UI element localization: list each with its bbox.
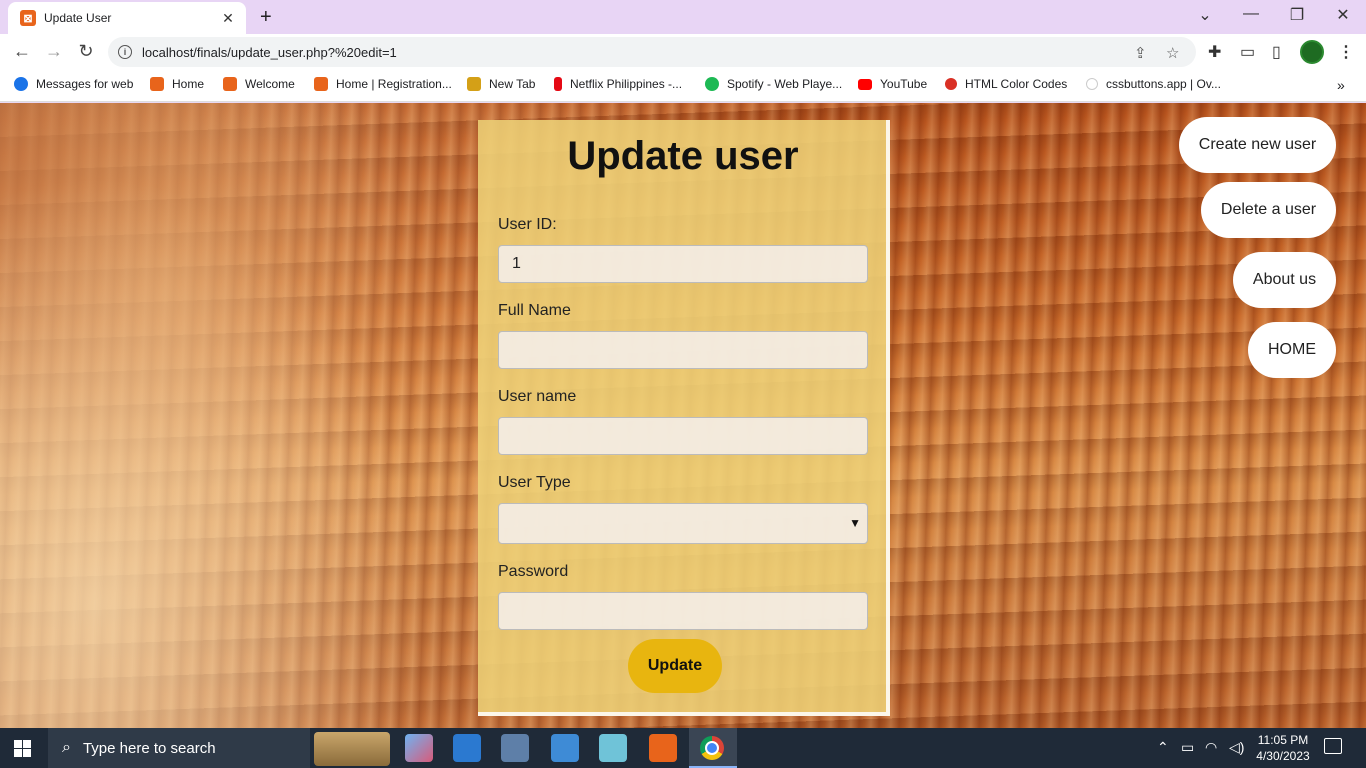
full-name-field[interactable]: [498, 331, 868, 369]
xampp-icon: [314, 77, 328, 91]
bookmark-label: Home: [172, 77, 205, 91]
menu-icon[interactable]: ⋮: [1338, 42, 1354, 62]
bookmark-label: Home | Registration...: [336, 77, 452, 91]
bookmark-label: HTML Color Codes: [965, 77, 1068, 91]
taskbar-search[interactable]: ⌕ Type here to search: [48, 728, 310, 768]
close-icon[interactable]: ✕: [220, 10, 236, 27]
xampp-icon: ⊠: [20, 10, 36, 26]
user-name-field[interactable]: [498, 417, 868, 455]
bookmark-label: New Tab: [489, 77, 536, 91]
bookmark-item[interactable]: Home: [150, 77, 204, 91]
xampp-icon: [223, 77, 237, 91]
user-id-label: User ID:: [498, 216, 557, 233]
site-info-icon[interactable]: i: [118, 45, 132, 59]
chrome-icon: [700, 736, 724, 760]
extensions-icon[interactable]: ✚: [1208, 42, 1221, 62]
notepad-icon[interactable]: [599, 734, 627, 762]
calculator-icon[interactable]: [551, 734, 579, 762]
delete-user-button[interactable]: Delete a user: [1201, 182, 1336, 238]
newtab-icon: [467, 77, 481, 91]
bookmark-label: Netflix Philippines -...: [570, 77, 683, 91]
clock-time: 11:05 PM: [1257, 733, 1309, 747]
profile-avatar[interactable]: [1300, 40, 1324, 64]
bookmark-item[interactable]: Netflix Philippines -...: [554, 77, 682, 91]
tab-title: Update User: [44, 11, 112, 25]
user-id-field[interactable]: 1: [498, 245, 868, 283]
bookmark-label: YouTube: [880, 77, 928, 91]
side-panel-icon[interactable]: ▯: [1272, 42, 1281, 62]
password-field[interactable]: [498, 592, 868, 630]
update-user-form: Update user User ID: 1 Full Name User na…: [478, 120, 890, 716]
reload-icon[interactable]: ↻: [75, 41, 97, 62]
control-panel-icon[interactable]: [501, 734, 529, 762]
home-button[interactable]: HOME: [1248, 322, 1336, 378]
browser-tab-strip: ⊠ Update User ✕ + ⌄ — ❐ ✕: [0, 0, 1366, 34]
windows-taskbar: ⌕ Type here to search ⌃ ▭ ◠ ◁) 11:05 PM …: [0, 728, 1366, 768]
address-bar[interactable]: i localhost/finals/update_user.php?%20ed…: [108, 37, 1196, 67]
paint-app-icon[interactable]: [405, 734, 433, 762]
file-manager-icon[interactable]: [453, 734, 481, 762]
bookmark-item[interactable]: Home | Registration...: [314, 77, 452, 91]
user-type-select[interactable]: ▼: [498, 503, 868, 544]
bookmark-item[interactable]: cssbuttons.app | Ov...: [1086, 77, 1221, 91]
bookmark-item[interactable]: Spotify - Web Playe...: [705, 77, 842, 91]
update-button[interactable]: Update: [628, 639, 722, 693]
search-placeholder: Type here to search: [82, 739, 216, 757]
chevron-down-icon: ▼: [849, 516, 861, 530]
bookmark-label: cssbuttons.app | Ov...: [1106, 77, 1221, 91]
bookmark-item[interactable]: HTML Color Codes: [945, 77, 1067, 91]
bookmark-item[interactable]: YouTube: [858, 77, 927, 91]
battery-icon[interactable]: ▭: [1181, 739, 1194, 756]
wifi-icon[interactable]: ◠: [1205, 739, 1217, 756]
youtube-icon: [858, 78, 872, 90]
canyon-background: [0, 103, 480, 728]
bookmark-star-icon[interactable]: ☆: [1166, 44, 1179, 62]
password-label: Password: [498, 563, 569, 580]
new-tab-button[interactable]: +: [260, 6, 272, 29]
close-window-button[interactable]: ✕: [1331, 5, 1355, 25]
bookmark-item[interactable]: Welcome: [223, 77, 295, 91]
bookmark-item[interactable]: Messages for web: [14, 77, 133, 91]
spotify-icon: [705, 77, 719, 91]
browser-tab[interactable]: ⊠ Update User ✕: [8, 2, 246, 34]
minimize-button[interactable]: —: [1239, 5, 1263, 23]
page-title: Update user: [567, 134, 799, 178]
messages-icon: [14, 77, 28, 91]
cast-icon[interactable]: ▭: [1240, 42, 1255, 62]
full-name-label: Full Name: [498, 302, 571, 319]
chevron-up-icon[interactable]: ⌃: [1157, 739, 1169, 756]
bookmark-label: Spotify - Web Playe...: [727, 77, 843, 91]
notifications-icon[interactable]: [1324, 738, 1342, 754]
create-user-button[interactable]: Create new user: [1179, 117, 1336, 173]
html-color-icon: [945, 78, 957, 90]
bookmark-label: Messages for web: [36, 77, 134, 91]
search-icon: ⌕: [62, 739, 71, 756]
loading-icon: [1086, 78, 1098, 90]
user-type-label: User Type: [498, 474, 571, 491]
search-highlight-image: [314, 732, 390, 766]
restore-button[interactable]: ❐: [1285, 5, 1309, 25]
share-icon[interactable]: ⇪: [1134, 44, 1147, 62]
user-name-label: User name: [498, 388, 577, 405]
back-icon[interactable]: ←: [11, 41, 33, 62]
bookmarks-bar: Messages for web Home Welcome Home | Reg…: [0, 70, 1366, 102]
bookmark-item[interactable]: New Tab: [467, 77, 535, 91]
page-background: Update user User ID: 1 Full Name User na…: [0, 103, 1366, 728]
xampp-icon[interactable]: [649, 734, 677, 762]
browser-toolbar: ← → ↻ i localhost/finals/update_user.php…: [0, 34, 1366, 70]
bookmark-label: Welcome: [245, 77, 295, 91]
taskbar-clock[interactable]: 11:05 PM 4/30/2023: [1252, 732, 1314, 764]
xampp-icon: [150, 77, 164, 91]
forward-icon[interactable]: →: [43, 41, 65, 62]
bookmarks-overflow-button[interactable]: »: [1337, 77, 1345, 93]
windows-start-icon[interactable]: [14, 740, 31, 757]
about-us-button[interactable]: About us: [1233, 252, 1336, 308]
volume-icon[interactable]: ◁): [1229, 739, 1244, 756]
url-text[interactable]: localhost/finals/update_user.php?%20edit…: [142, 45, 397, 60]
clock-date: 4/30/2023: [1256, 749, 1310, 763]
netflix-icon: [554, 77, 562, 91]
tab-search-icon[interactable]: ⌄: [1193, 5, 1217, 25]
